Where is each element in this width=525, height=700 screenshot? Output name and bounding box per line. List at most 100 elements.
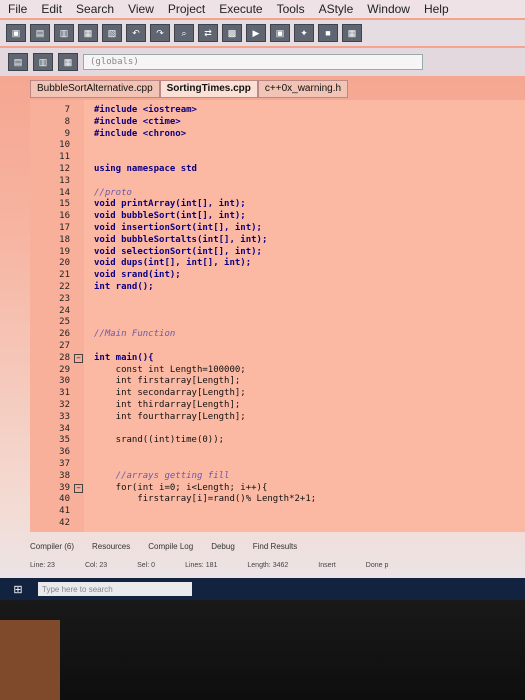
code-line[interactable]: 40 firstarray[i]=rand()% Length*2+1; [30,493,525,505]
menu-search[interactable]: Search [76,2,114,16]
menu-edit[interactable]: Edit [41,2,62,16]
print-icon[interactable]: ▧ [102,24,122,42]
code-line[interactable]: 31 int secondarray[Length]; [30,387,525,399]
line-number: 36 [59,447,70,458]
undo-icon[interactable]: ↶ [126,24,146,42]
menu-tools[interactable]: Tools [277,2,305,16]
code-line[interactable]: 25 [30,316,525,328]
code-line[interactable]: 24 [30,305,525,317]
project-icon[interactable]: ▦ [58,53,78,71]
code-line[interactable]: 16 void bubbleSort(int[], int); [30,210,525,222]
tab-sortingtimes[interactable]: SortingTimes.cpp [159,80,258,98]
file-tabs: BubbleSortAlternative.cpp SortingTimes.c… [30,80,349,98]
run-icon[interactable]: ▶ [246,24,266,42]
line-number: 35 [59,435,70,446]
tab-resources[interactable]: Resources [92,542,130,551]
status-lines: Lines: 181 [185,561,218,569]
code-text: const int Length=100000; [94,364,246,375]
code-line[interactable]: 42 [30,517,525,529]
compile-icon[interactable]: ▩ [222,24,242,42]
menu-project[interactable]: Project [168,2,205,16]
replace-icon[interactable]: ⇄ [198,24,218,42]
scope-dropdown[interactable]: (globals) [83,54,423,70]
code-text: int thirdarray[Length]; [94,400,241,410]
code-line[interactable]: 9 #include <chrono> [30,128,525,140]
code-line[interactable]: 33 int fourtharray[Length]; [30,411,525,423]
tab-compiler[interactable]: Compiler (6) [30,542,74,551]
code-line[interactable]: 18 void bubbleSortalts(int[], int); [30,234,525,246]
code-editor[interactable]: 7 #include <iostream> 8 #include <ctime> 9 #i… [30,100,525,532]
tab-compile-log[interactable]: Compile Log [148,542,193,551]
code-line[interactable]: 35 srand((int)time(0)); [30,434,525,446]
code-line[interactable]: 23 [30,293,525,305]
debug-icon[interactable]: ✦ [294,24,314,42]
find-icon[interactable]: ⌕ [174,24,194,42]
save-icon[interactable]: ▥ [54,24,74,42]
tab-cpp0x-warning[interactable]: c++0x_warning.h [257,80,349,98]
code-line[interactable]: 17 void insertionSort(int[], int); [30,222,525,234]
open-icon[interactable]: ▤ [30,24,50,42]
code-line[interactable]: 22 int rand(); [30,281,525,293]
code-text: int fourtharray[Length]; [94,411,246,422]
code-line[interactable]: 41 [30,505,525,517]
code-line[interactable]: 36 [30,446,525,458]
menu-file[interactable]: File [8,2,27,16]
line-number: 21 [59,270,70,281]
code-line[interactable]: 26 //Main Function [30,328,525,340]
code-line[interactable]: 28− int main(){ [30,352,525,364]
code-line[interactable]: 21 void srand(int); [30,269,525,281]
windows-start-icon[interactable]: ⊞ [8,582,28,596]
code-line[interactable]: 15 void printArray(int[], int); [30,198,525,210]
code-line[interactable]: 12 using namespace std [30,163,525,175]
compile-run-icon[interactable]: ▣ [270,24,290,42]
taskbar-search-input[interactable]: Type here to search [38,582,192,596]
code-line[interactable]: 27 [30,340,525,352]
code-line[interactable]: 34 [30,423,525,435]
code-line[interactable]: 14 //proto [30,187,525,199]
menu-help[interactable]: Help [424,2,449,16]
code-line[interactable]: 20 void dups(int[], int[], int); [30,257,525,269]
line-number: 42 [59,518,70,528]
monitor-bezel [0,600,525,700]
line-number: 13 [59,175,70,186]
toolbar-secondary: ▤ ▥ ▦ (globals) [0,48,525,76]
code-text: void dups(int[], int[], int); [94,258,252,269]
code-line[interactable]: 37 [30,458,525,470]
code-line[interactable]: 13 [30,175,525,187]
line-number: 22 [59,282,70,292]
menu-view[interactable]: View [128,2,154,16]
tab-find-results[interactable]: Find Results [253,542,297,551]
status-mode: Insert [318,561,336,569]
code-text: //arrays getting fill [94,470,230,481]
redo-icon[interactable]: ↷ [150,24,170,42]
fold-toggle-icon[interactable]: − [74,483,83,493]
menu-astyle[interactable]: AStyle [319,2,354,16]
menu-execute[interactable]: Execute [219,2,262,16]
save-all-icon[interactable]: ▦ [78,24,98,42]
tab-bubblesort[interactable]: BubbleSortAlternative.cpp [30,80,160,98]
line-number: 30 [59,376,70,387]
code-line[interactable]: 38 //arrays getting fill [30,470,525,482]
grid-icon[interactable]: ▦ [342,24,362,42]
code-text: void bubbleSort(int[], int); [94,211,246,222]
line-number: 39 [59,482,70,493]
class-browser-icon[interactable]: ▤ [8,53,28,71]
tab-debug[interactable]: Debug [211,542,235,551]
code-line[interactable]: 11 [30,151,525,163]
code-line[interactable]: 7 #include <iostream> [30,104,525,116]
stop-icon[interactable]: ■ [318,24,338,42]
code-line[interactable]: 19 void selectionSort(int[], int); [30,246,525,258]
code-line[interactable]: 39− for(int i=0; i<Length; i++){ [30,482,525,494]
menu-window[interactable]: Window [367,2,410,16]
members-icon[interactable]: ▥ [33,53,53,71]
code-line[interactable]: 30 int firstarray[Length]; [30,375,525,387]
code-text: int firstarray[Length]; [94,376,241,387]
code-line[interactable]: 32 int thirdarray[Length]; [30,399,525,411]
code-line[interactable]: 10 [30,139,525,151]
fold-toggle-icon[interactable]: − [74,353,83,363]
code-text: int rand(); [94,282,154,292]
code-line[interactable]: 8 #include <ctime> [30,116,525,128]
code-text: for(int i=0; i<Length; i++){ [94,482,268,493]
code-line[interactable]: 29 const int Length=100000; [30,364,525,376]
new-file-icon[interactable]: ▣ [6,24,26,42]
